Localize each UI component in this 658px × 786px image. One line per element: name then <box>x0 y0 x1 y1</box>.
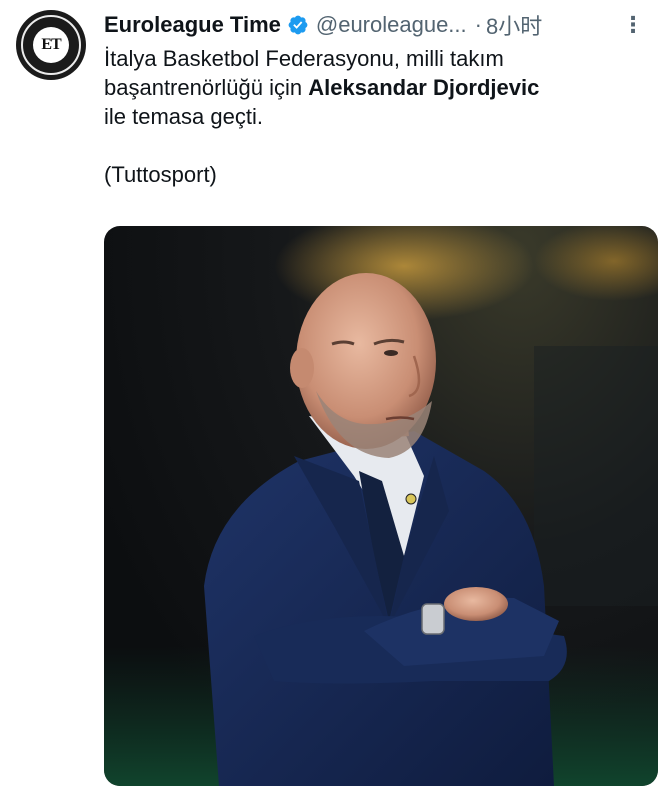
avatar-logo: ET <box>33 27 69 63</box>
tweet-text-bold-name: Aleksandar Djordjevic <box>308 75 540 100</box>
tweet-text-line: İtalya Basketbol Federasyonu, milli takı… <box>104 46 504 71</box>
tweet-source: (Tuttosport) <box>104 162 217 187</box>
author-name[interactable]: Euroleague Time <box>104 12 281 38</box>
avatar[interactable]: ET <box>16 10 86 80</box>
tweet-text-line: başantrenörlüğü için Aleksandar Djordjev… <box>104 73 652 102</box>
separator-dot: · <box>474 12 482 37</box>
coach-photo-illustration <box>104 226 658 786</box>
avatar-ring: ET <box>21 15 81 75</box>
tweet-header: Euroleague Time @euroleague... · 8小时 ⋮ <box>104 8 649 42</box>
more-options-icon[interactable]: ⋮ <box>622 12 649 38</box>
timestamp[interactable]: 8小时 <box>486 9 542 41</box>
tweet-card[interactable]: ET Euroleague Time @euroleague... · 8小时 … <box>0 0 658 786</box>
author-handle[interactable]: @euroleague... <box>316 12 467 38</box>
tweet-text: İtalya Basketbol Federasyonu, milli takı… <box>104 44 652 189</box>
verified-badge-icon <box>287 14 309 36</box>
tweet-photo[interactable] <box>104 226 658 786</box>
tweet-text-line: ile temasa geçti. <box>104 104 263 129</box>
tweet-text-segment: başantrenörlüğü için <box>104 75 309 100</box>
